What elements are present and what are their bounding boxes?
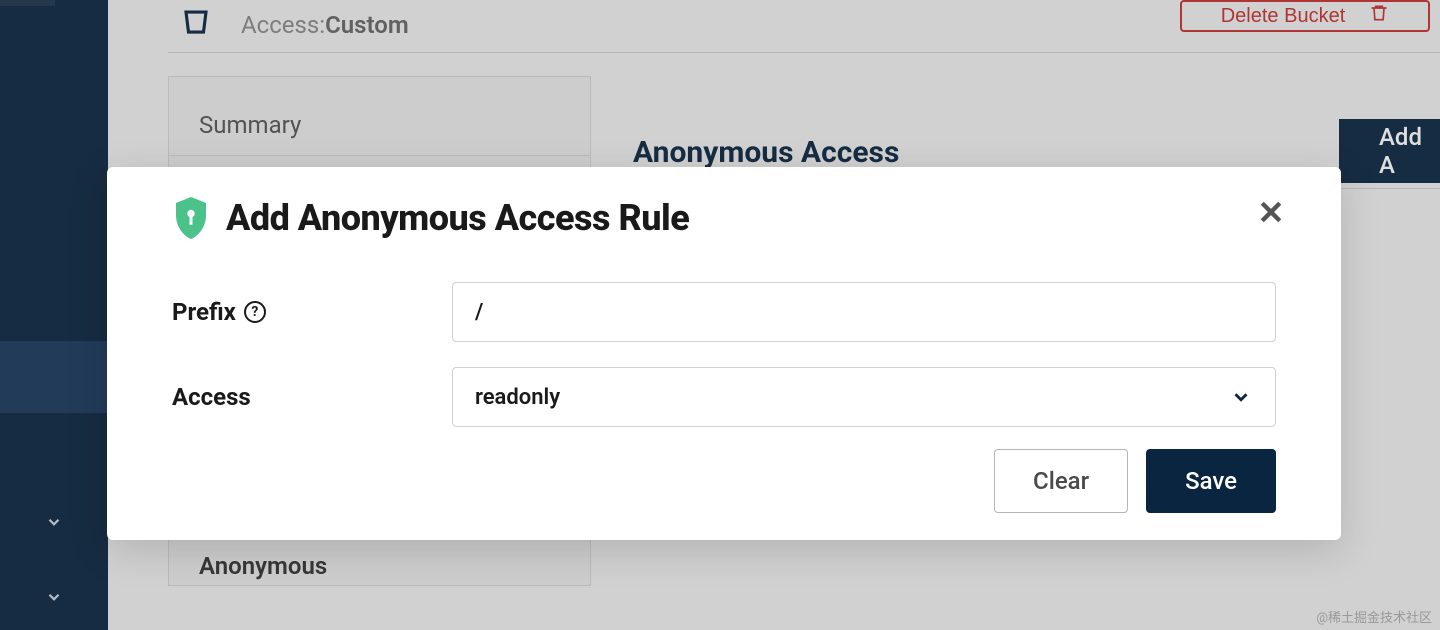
modal-actions: Clear Save	[994, 449, 1276, 513]
access-label: Access	[172, 383, 452, 411]
access-row: Access readonly	[172, 367, 1276, 427]
modal-header: Add Anonymous Access Rule	[172, 197, 689, 239]
prefix-input[interactable]	[452, 282, 1276, 342]
shield-icon	[172, 197, 210, 239]
watermark: @稀土掘金技术社区	[1316, 607, 1432, 626]
access-label-text: Access	[172, 383, 251, 411]
prefix-row: Prefix ?	[172, 282, 1276, 342]
save-button[interactable]: Save	[1146, 449, 1276, 513]
close-icon	[1256, 197, 1286, 230]
help-icon[interactable]: ?	[244, 301, 266, 323]
close-button[interactable]	[1253, 195, 1289, 231]
prefix-label: Prefix ?	[172, 298, 452, 326]
add-anonymous-rule-modal: Add Anonymous Access Rule Prefix ? Acces…	[107, 167, 1341, 540]
access-select-wrap: readonly	[452, 367, 1276, 427]
prefix-label-text: Prefix	[172, 298, 236, 326]
access-select[interactable]: readonly	[452, 367, 1276, 427]
clear-button[interactable]: Clear	[994, 449, 1128, 513]
modal-title: Add Anonymous Access Rule	[226, 197, 689, 239]
